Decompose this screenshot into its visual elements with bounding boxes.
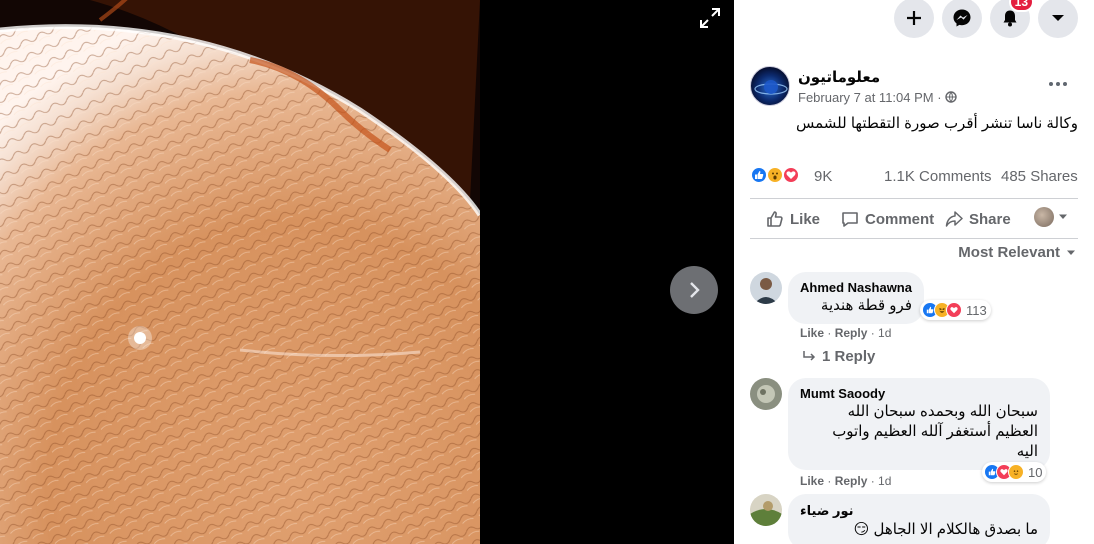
comment-bubble: Mumt Saoody سبحان الله وبحمده سبحان الله… <box>788 378 1050 470</box>
comment-text: سبحان الله وبحمده سبحان الله العظيم أستغ… <box>832 403 1038 460</box>
comment-reply-button[interactable]: Reply <box>835 474 868 488</box>
commenter-avatar[interactable] <box>750 272 782 304</box>
comment-time[interactable]: 1d <box>878 326 891 340</box>
post-text: وكالة ناسا تنشر أقرب صورة التقطتها للشمس <box>795 115 1078 132</box>
share-icon <box>945 211 963 227</box>
expand-icon <box>700 8 720 28</box>
notification-badge: 13 <box>1008 0 1034 12</box>
view-replies-link[interactable]: 1 Reply <box>802 348 875 365</box>
share-label: Share <box>969 210 1011 228</box>
globe-icon <box>945 91 957 103</box>
shares-count[interactable]: 485 Shares <box>1001 168 1078 185</box>
caret-down-icon <box>1059 214 1067 219</box>
comment-sort-button[interactable]: Most Relevant <box>958 244 1076 261</box>
user-avatar <box>1034 207 1054 227</box>
page-logo-icon <box>754 80 788 95</box>
comment-text: ما بصدق هالكلام الا الجاهل 😏 <box>853 521 1038 538</box>
like-button[interactable]: Like <box>766 206 820 232</box>
share-button[interactable]: Share <box>945 206 1011 232</box>
sort-label: Most Relevant <box>958 244 1060 261</box>
comment-reactions[interactable]: 113 <box>920 300 991 320</box>
fullscreen-button[interactable] <box>696 4 724 32</box>
comment-like-button[interactable]: Like <box>800 474 824 488</box>
comment-icon <box>842 212 858 227</box>
post-meta: February 7 at 11:04 PM · <box>798 90 957 105</box>
plus-icon <box>907 11 921 25</box>
meta-separator: · <box>937 90 942 105</box>
caret-down-icon <box>1052 15 1064 21</box>
messenger-icon <box>953 9 971 27</box>
comment-bubble: نور ضياء ما بصدق هالكلام الا الجاهل 😏 <box>788 494 1050 544</box>
comment-item: نور ضياء ما بصدق هالكلام الا الجاهل 😏 <box>750 494 1078 544</box>
commenter-avatar[interactable] <box>750 494 782 526</box>
caret-down-icon <box>1067 250 1075 255</box>
replies-label: 1 Reply <box>822 348 876 365</box>
reaction-count[interactable]: 9K <box>814 168 832 185</box>
page-name[interactable]: معلوماتيون <box>798 68 880 86</box>
divider <box>750 238 1078 239</box>
comment-actions: Like · Reply · 1d <box>800 474 892 488</box>
comment-reply-button[interactable]: Reply <box>835 326 868 340</box>
comment-item: Ahmed Nashawna فرو قطة هندية 113 Like · … <box>750 272 1078 342</box>
care-reaction-icon <box>1008 464 1024 480</box>
react-as-picker[interactable] <box>1034 207 1068 227</box>
commenter-name[interactable]: نور ضياء <box>800 503 854 519</box>
messenger-button[interactable] <box>942 0 982 38</box>
commenter-avatar[interactable] <box>750 378 782 410</box>
commenter-name[interactable]: Mumt Saoody <box>800 386 1038 402</box>
create-button[interactable] <box>894 0 934 38</box>
comment-label: Comment <box>865 210 935 228</box>
reply-arrow-icon <box>803 350 816 361</box>
comment-like-button[interactable]: Like <box>800 326 824 340</box>
thumbs-up-icon <box>767 211 783 227</box>
comment-time[interactable]: 1d <box>878 474 891 488</box>
comment-reactions[interactable]: 10 <box>982 462 1047 482</box>
sun-photo[interactable] <box>0 0 480 544</box>
love-reaction-icon <box>782 166 800 184</box>
like-label: Like <box>790 210 821 228</box>
comment-bubble: Ahmed Nashawna فرو قطة هندية <box>788 272 924 324</box>
commenter-name[interactable]: Ahmed Nashawna <box>800 280 912 296</box>
wow-reaction-icon <box>766 166 784 184</box>
chevron-right-icon <box>690 282 700 298</box>
comments-count[interactable]: 1.1K Comments <box>884 168 992 185</box>
comment-item: Mumt Saoody سبحان الله وبحمده سبحان الله… <box>750 378 1078 490</box>
divider <box>750 198 1078 199</box>
comment-reaction-count: 113 <box>966 302 987 318</box>
more-dots-icon <box>1049 82 1053 86</box>
comment-actions: Like · Reply · 1d <box>800 326 892 340</box>
love-reaction-icon <box>946 302 962 318</box>
sun-image <box>0 0 480 544</box>
post-timestamp[interactable]: February 7 at 11:04 PM <box>798 90 934 105</box>
comment-reaction-count: 10 <box>1028 464 1043 480</box>
comment-text: فرو قطة هندية <box>820 297 912 314</box>
post-header: معلوماتيون February 7 at 11:04 PM · <box>750 66 1080 110</box>
account-menu-button[interactable] <box>1038 0 1078 38</box>
post-options-button[interactable] <box>1046 74 1070 94</box>
comment-button[interactable]: Comment <box>841 206 934 232</box>
notifications-button[interactable]: 13 <box>990 0 1034 38</box>
page-avatar[interactable] <box>750 66 790 106</box>
next-photo-button[interactable] <box>670 266 718 314</box>
post-panel: 13 معلوماتيون February 7 at 11:04 PM · و… <box>734 0 1094 544</box>
like-reaction-icon <box>750 166 768 184</box>
photo-viewer <box>0 0 734 544</box>
reactions-summary[interactable]: 9K 1.1K Comments 485 Shares <box>750 164 1078 188</box>
